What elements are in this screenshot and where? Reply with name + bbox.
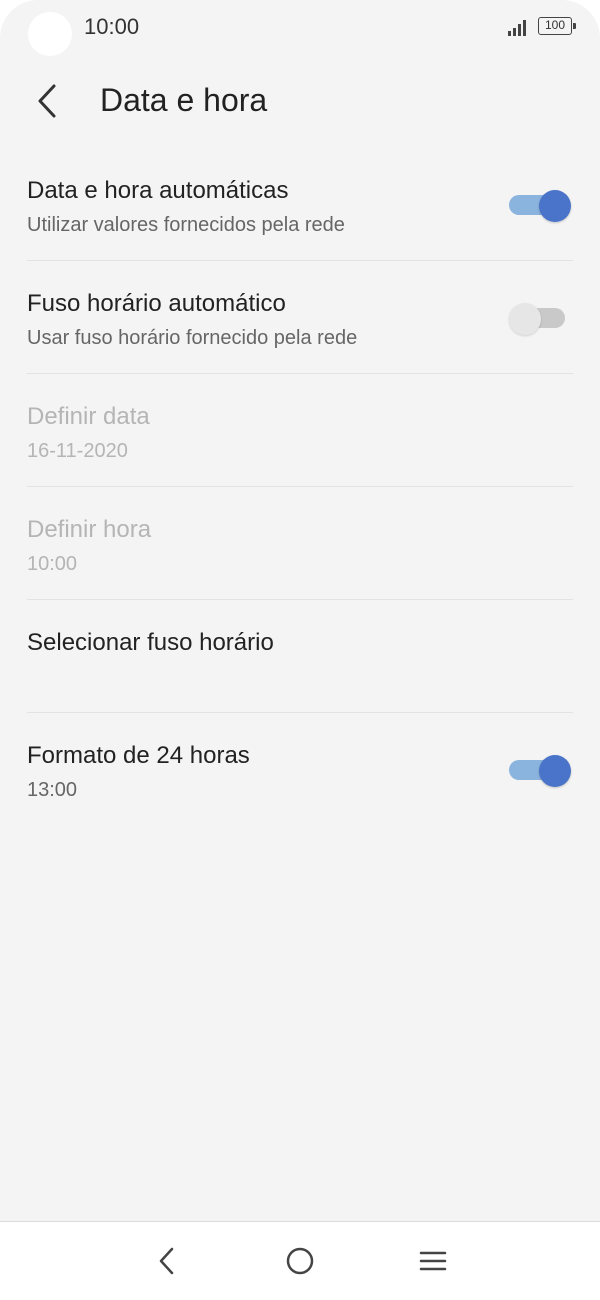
setting-set-date: Definir data 16-11-2020 bbox=[27, 374, 573, 487]
toggle-thumb bbox=[539, 190, 571, 222]
toggle-thumb bbox=[539, 755, 571, 787]
setting-title: Data e hora automáticas bbox=[27, 177, 289, 204]
app-header: Data e hora bbox=[0, 72, 600, 136]
setting-subtitle: 10:00 bbox=[27, 553, 78, 575]
setting-subtitle: Utilizar valores fornecidos pela rede bbox=[27, 214, 345, 236]
menu-icon bbox=[419, 1251, 447, 1271]
setting-set-time: Definir hora 10:00 bbox=[27, 487, 573, 600]
setting-select-timezone[interactable]: Selecionar fuso horário bbox=[27, 600, 573, 713]
home-icon bbox=[286, 1247, 314, 1275]
setting-auto-timezone[interactable]: Fuso horário automático Usar fuso horári… bbox=[27, 261, 573, 374]
back-button[interactable] bbox=[24, 78, 70, 124]
setting-title: Formato de 24 horas bbox=[27, 742, 250, 769]
setting-title: Selecionar fuso horário bbox=[27, 629, 274, 656]
auto-date-time-toggle[interactable] bbox=[509, 190, 571, 222]
setting-title: Definir hora bbox=[27, 516, 152, 543]
setting-title: Fuso horário automático bbox=[27, 290, 286, 317]
toggle-thumb bbox=[509, 303, 541, 335]
setting-auto-date-time[interactable]: Data e hora automáticas Utilizar valores… bbox=[27, 148, 573, 261]
setting-subtitle: 13:00 bbox=[27, 779, 78, 801]
setting-subtitle: 16-11-2020 bbox=[27, 440, 128, 462]
nav-home-button[interactable] bbox=[275, 1236, 325, 1286]
nav-back-button[interactable] bbox=[142, 1236, 192, 1286]
setting-24-hour-format[interactable]: Formato de 24 horas 13:00 bbox=[27, 713, 573, 825]
battery-icon: 100 bbox=[538, 17, 576, 35]
status-time: 10:00 bbox=[84, 14, 140, 39]
settings-list: Data e hora automáticas Utilizar valores… bbox=[0, 148, 600, 825]
phone-screen: 10:00 100 Data e hora Data e hora automá… bbox=[0, 0, 600, 1300]
battery-level: 100 bbox=[544, 18, 566, 32]
24-hour-format-toggle[interactable] bbox=[509, 755, 571, 787]
navigation-bar bbox=[0, 1221, 600, 1300]
signal-icon bbox=[508, 20, 530, 36]
back-icon bbox=[159, 1247, 174, 1275]
setting-title: Definir data bbox=[27, 403, 150, 430]
setting-subtitle: Usar fuso horário fornecido pela rede bbox=[27, 327, 358, 349]
auto-timezone-toggle[interactable] bbox=[509, 303, 569, 335]
status-bar: 10:00 100 bbox=[0, 0, 600, 56]
back-arrow-icon bbox=[38, 84, 56, 118]
front-camera bbox=[28, 12, 72, 56]
nav-menu-button[interactable] bbox=[408, 1236, 458, 1286]
page-title: Data e hora bbox=[100, 82, 268, 118]
